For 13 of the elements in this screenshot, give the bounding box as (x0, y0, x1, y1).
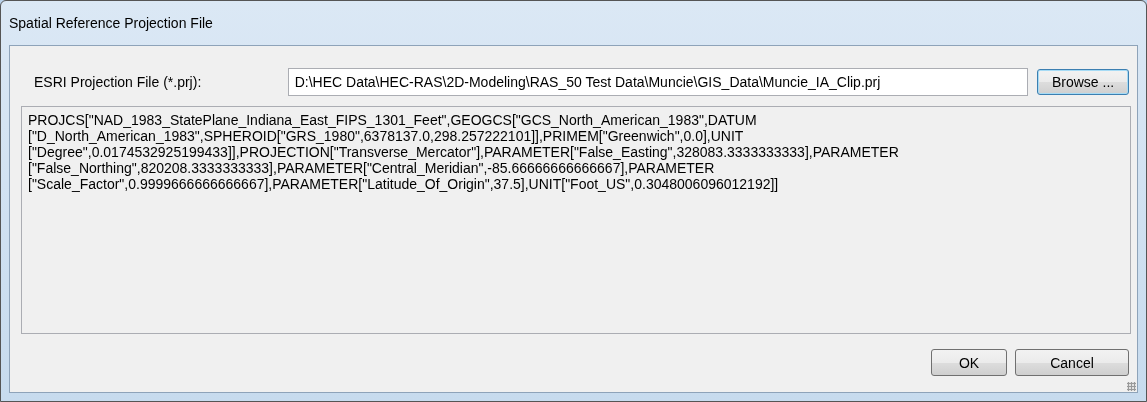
window-title: Spatial Reference Projection File (9, 15, 213, 31)
projection-text-line: ["Scale_Factor",0.9999666666666667],PARAMETER["Latitude_Of_Origin",37.5],UNIT["Foot_US",0.3048006096012192]] (28, 176, 779, 192)
field-label: ESRI Projection File (*.prj): (34, 74, 203, 90)
projection-text-line: ["D_North_American_1983",SPHEROID["GRS_1980",6378137.0,298.257222101]],PRIMEM["Greenwich",0.0],UNIT (28, 128, 744, 144)
resize-grip-icon[interactable] (1127, 382, 1136, 391)
projection-text-line: PROJCS["NAD_1983_StatePlane_Indiana_East_FIPS_1301_Feet",GEOGCS["GCS_North_American_1983",DATUM (28, 112, 757, 128)
file-path-field[interactable]: D:\HEC Data\HEC-RAS\2D-Modeling\RAS_50 Test Data\Muncie\GIS_Data\Muncie_IA_Clip.prj (287, 68, 1029, 96)
browse-button[interactable]: Browse ... (1037, 69, 1129, 95)
projection-text-line: ["Degree",0.0174532925199433]],PROJECTION["Transverse_Mercator"],PARAMETER["False_Easting",328083.3333333333],PARAMETER (28, 144, 899, 160)
projection-text-line: ["False_Northing",820208.3333333333],PARAMETER["Central_Meridian",-85.66666666666667],PARAMETER (28, 160, 715, 176)
ok-button[interactable]: OK (931, 349, 1007, 376)
cancel-button[interactable]: Cancel (1015, 349, 1129, 376)
projection-text-box[interactable] (21, 106, 1131, 334)
